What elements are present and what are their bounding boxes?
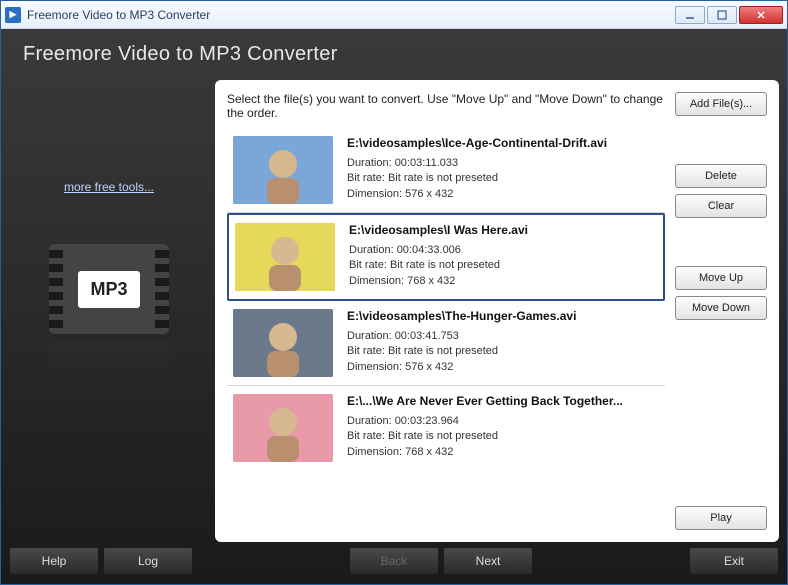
file-meta: Duration: 00:04:33.006Bit rate: Bit rate… bbox=[349, 243, 657, 289]
file-info: E:\videosamples\I Was Here.avi Duration: … bbox=[349, 223, 657, 291]
file-item[interactable]: E:\videosamples\I Was Here.avi Duration: … bbox=[227, 213, 665, 301]
file-list-column: Select the file(s) you want to convert. … bbox=[227, 92, 665, 530]
file-path: E:\videosamples\I Was Here.avi bbox=[349, 223, 657, 237]
move-up-button[interactable]: Move Up bbox=[675, 266, 767, 290]
file-info: E:\videosamples\The-Hunger-Games.avi Dura… bbox=[347, 309, 659, 377]
instruction-text: Select the file(s) you want to convert. … bbox=[227, 92, 665, 120]
app-body: Freemore Video to MP3 Converter more fre… bbox=[1, 29, 787, 584]
window-controls bbox=[675, 6, 783, 24]
video-thumbnail bbox=[233, 136, 333, 204]
app-icon: ▶ bbox=[5, 7, 21, 23]
file-info: E:\videosamples\Ice-Age-Continental-Drif… bbox=[347, 136, 659, 204]
close-button[interactable] bbox=[739, 6, 783, 24]
file-meta: Duration: 00:03:23.964Bit rate: Bit rate… bbox=[347, 414, 659, 460]
back-button[interactable]: Back bbox=[349, 547, 439, 575]
mp3-label: MP3 bbox=[78, 271, 139, 308]
reflection bbox=[49, 342, 169, 370]
file-meta: Duration: 00:03:41.753Bit rate: Bit rate… bbox=[347, 329, 659, 375]
file-meta: Duration: 00:03:11.033Bit rate: Bit rate… bbox=[347, 156, 659, 202]
add-files-button[interactable]: Add File(s)... bbox=[675, 92, 767, 116]
clear-button[interactable]: Clear bbox=[675, 194, 767, 218]
file-info: E:\...\We Are Never Ever Getting Back To… bbox=[347, 394, 659, 462]
main-row: more free tools... MP3 Select the file(s… bbox=[5, 80, 783, 542]
file-path: E:\videosamples\The-Hunger-Games.avi bbox=[347, 309, 659, 323]
more-tools-link[interactable]: more free tools... bbox=[64, 180, 154, 194]
titlebar: ▶ Freemore Video to MP3 Converter bbox=[1, 1, 787, 29]
video-thumbnail bbox=[233, 394, 333, 462]
help-button[interactable]: Help bbox=[9, 547, 99, 575]
file-item[interactable]: E:\videosamples\Ice-Age-Continental-Drif… bbox=[227, 128, 665, 213]
move-down-button[interactable]: Move Down bbox=[675, 296, 767, 320]
file-item[interactable]: E:\videosamples\The-Hunger-Games.avi Dura… bbox=[227, 301, 665, 386]
action-buttons-column: Add File(s)... Delete Clear Move Up Move… bbox=[675, 92, 767, 530]
exit-button[interactable]: Exit bbox=[689, 547, 779, 575]
page-title: Freemore Video to MP3 Converter bbox=[23, 43, 765, 66]
delete-button[interactable]: Delete bbox=[675, 164, 767, 188]
app-header: Freemore Video to MP3 Converter bbox=[5, 33, 783, 80]
file-item[interactable]: E:\...\We Are Never Ever Getting Back To… bbox=[227, 386, 665, 470]
window-title: Freemore Video to MP3 Converter bbox=[27, 8, 675, 22]
maximize-button[interactable] bbox=[707, 6, 737, 24]
app-window: ▶ Freemore Video to MP3 Converter Freemo… bbox=[0, 0, 788, 585]
minimize-button[interactable] bbox=[675, 6, 705, 24]
film-strip-icon: MP3 bbox=[49, 244, 169, 334]
next-button[interactable]: Next bbox=[443, 547, 533, 575]
mp3-graphic-icon: MP3 bbox=[49, 244, 169, 334]
footer: Help Log Back Next Exit bbox=[5, 542, 783, 580]
content-panel: Select the file(s) you want to convert. … bbox=[215, 80, 779, 542]
log-button[interactable]: Log bbox=[103, 547, 193, 575]
sidebar: more free tools... MP3 bbox=[9, 80, 209, 542]
video-thumbnail bbox=[233, 309, 333, 377]
video-thumbnail bbox=[235, 223, 335, 291]
file-list[interactable]: E:\videosamples\Ice-Age-Continental-Drif… bbox=[227, 128, 665, 530]
play-button[interactable]: Play bbox=[675, 506, 767, 530]
file-path: E:\videosamples\Ice-Age-Continental-Drif… bbox=[347, 136, 659, 150]
file-path: E:\...\We Are Never Ever Getting Back To… bbox=[347, 394, 659, 408]
